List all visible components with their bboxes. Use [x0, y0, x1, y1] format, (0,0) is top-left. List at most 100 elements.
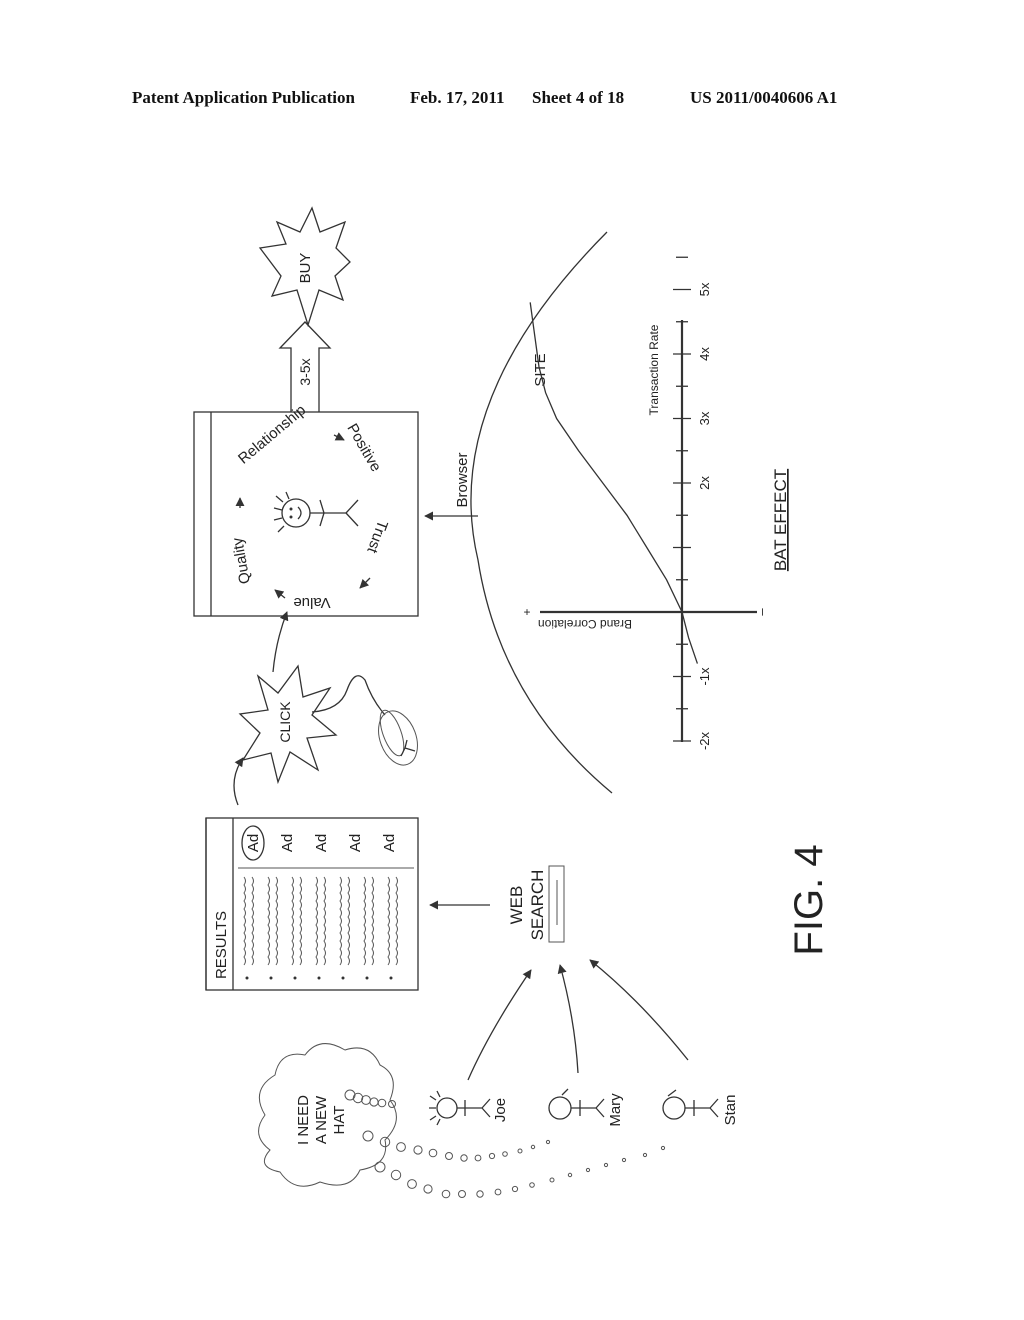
- stick-figure-icon: [548, 1088, 605, 1120]
- thought-bubble: [567, 1172, 573, 1178]
- result-row: [363, 876, 374, 980]
- web-search: WEB SEARCH: [507, 865, 565, 943]
- thought-line-1: I NEED: [295, 1095, 312, 1145]
- y-axis-label: Brand Correlation: [538, 617, 632, 631]
- thought-bubble: [369, 1097, 379, 1107]
- arrow-joe-to-search: [467, 969, 532, 1081]
- thought-bubble: [545, 1139, 551, 1145]
- thought-bubble: [377, 1098, 387, 1108]
- thought-bubble: [511, 1185, 519, 1193]
- thought-bubble: [603, 1162, 609, 1168]
- cycle-quality: Quality: [229, 536, 254, 585]
- site-curve: [529, 302, 699, 664]
- ad-item[interactable]: Ad: [347, 834, 364, 852]
- series-label-site: SITE: [532, 353, 549, 386]
- thought-bubble: [476, 1190, 484, 1198]
- result-row: [267, 876, 278, 980]
- thought-bubble: [388, 1100, 396, 1108]
- thought-line-2: A NEW: [313, 1095, 330, 1144]
- stick-figure-spiky-hair-icon: [429, 1090, 491, 1126]
- x-tick-label: -2x: [697, 731, 712, 750]
- buy-burst: BUY: [258, 206, 351, 328]
- person-stan: Stan: [662, 1089, 739, 1126]
- thought-bubble: [423, 1184, 433, 1194]
- thought-bubble: [660, 1145, 666, 1151]
- thought-bubble: [441, 1189, 451, 1199]
- conversion-arrow: 3-5x: [278, 321, 332, 412]
- site-window: [193, 411, 419, 617]
- thought-bubble: [488, 1152, 496, 1160]
- x-tick-label: 3x: [697, 411, 712, 425]
- ad-item[interactable]: Ad: [313, 834, 330, 852]
- thought-bubble: [428, 1148, 438, 1158]
- arrow-stan-to-search: [589, 959, 689, 1061]
- result-row: [339, 876, 350, 980]
- happy-customer-icon: [273, 491, 359, 533]
- thought-bubble: [530, 1144, 536, 1150]
- result-row: [291, 876, 302, 980]
- cycle-arrow: [274, 589, 286, 599]
- result-row: [387, 876, 398, 980]
- arrow-click-to-site: [272, 611, 289, 673]
- x-tick-labels: -2x -1x 2x 3x 4x 5x: [697, 282, 712, 750]
- results-title: RESULTS: [213, 911, 230, 979]
- ad-item[interactable]: Ad: [381, 834, 398, 852]
- thought-bubble: [529, 1182, 535, 1188]
- thought-line-3: HAT: [331, 1106, 348, 1135]
- result-row: [243, 876, 254, 980]
- thought-bubble: [494, 1188, 502, 1196]
- thought-bubble: [585, 1167, 591, 1173]
- bat-effect-chart: + – Brand Correlation Transaction Rate B…: [523, 256, 790, 750]
- browser-label: Browser: [454, 452, 471, 507]
- thought-bubble: [621, 1157, 627, 1163]
- thought-bubble: [460, 1154, 468, 1162]
- ad-list: Ad Ad Ad Ad Ad: [245, 834, 398, 852]
- x-tick-label: -1x: [697, 667, 712, 686]
- thought-bubble: [458, 1190, 466, 1198]
- web-search-line-2: SEARCH: [528, 870, 547, 941]
- y-axis-negative-sign: –: [754, 608, 769, 616]
- figure-label: FIG. 4: [787, 844, 831, 955]
- figure-4-diagram: FIG. 4 I NEED A NEW HAT Joe Mary Stan WE…: [193, 206, 831, 1199]
- conversion-label: 3-5x: [297, 358, 313, 385]
- thought-bubble: [517, 1148, 523, 1154]
- cycle-arrow: [359, 577, 371, 589]
- ad-item[interactable]: Ad: [245, 834, 262, 852]
- cycle-trust: Trust: [363, 518, 391, 556]
- thought-bubble: [374, 1161, 386, 1173]
- cycle-value: Value: [293, 594, 330, 611]
- x-tick-label: 5x: [697, 282, 712, 296]
- cycle-arrow: [333, 432, 345, 441]
- person-mary: Mary: [548, 1088, 624, 1127]
- person-name: Mary: [607, 1093, 624, 1127]
- person-name: Stan: [722, 1095, 739, 1126]
- person-name: Joe: [492, 1098, 509, 1122]
- thought-bubble: [362, 1130, 374, 1142]
- result-row: [315, 876, 326, 980]
- cycle-positive: Positive: [343, 421, 384, 475]
- thought-bubble: [361, 1095, 371, 1105]
- thought-bubble: [407, 1179, 417, 1189]
- person-joe: Joe: [429, 1090, 509, 1126]
- stick-figure-icon: [662, 1089, 719, 1120]
- thought-bubble: [396, 1142, 406, 1152]
- thought-bubble: [502, 1151, 508, 1157]
- thought-bubble: [642, 1152, 648, 1158]
- buy-label: BUY: [297, 253, 314, 284]
- click-burst: CLICK: [238, 664, 338, 785]
- thought-bubble: [413, 1145, 423, 1155]
- x-axis-label: Transaction Rate: [647, 324, 661, 415]
- thought-bubble: [390, 1169, 402, 1181]
- result-rows: [243, 876, 398, 980]
- results-panel: RESULTS Ad Ad Ad Ad Ad: [205, 817, 419, 991]
- x-tick-label: 2x: [697, 476, 712, 490]
- web-search-line-1: WEB: [507, 886, 526, 925]
- browser-boundary-arc: [470, 231, 613, 794]
- ad-item[interactable]: Ad: [279, 834, 296, 852]
- thought-bubble: [549, 1177, 555, 1183]
- click-label: CLICK: [277, 701, 293, 743]
- x-tick-label: 4x: [697, 347, 712, 361]
- thought-bubble: [474, 1154, 482, 1162]
- y-axis-positive-sign: +: [523, 605, 530, 619]
- thought-bubble: [445, 1152, 453, 1160]
